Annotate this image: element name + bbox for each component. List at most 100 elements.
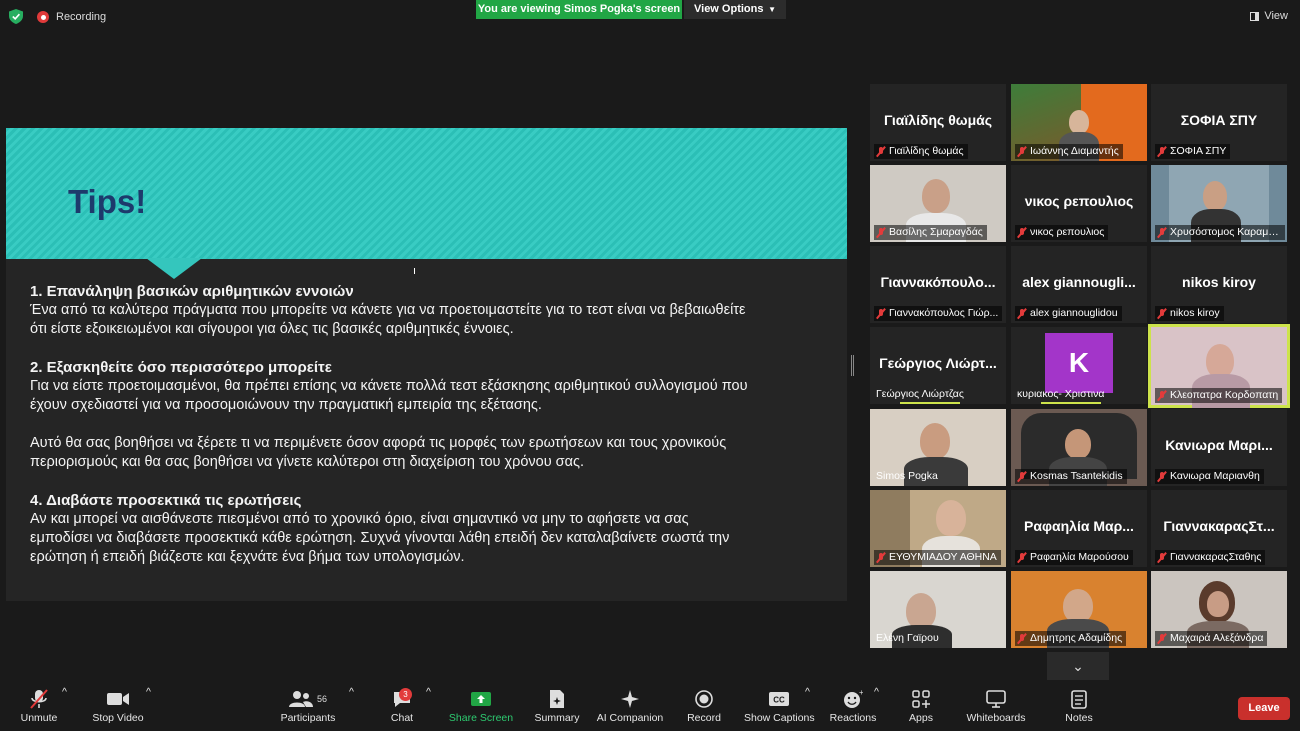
- participant-tile[interactable]: K κυριακος- Χριστινα: [1011, 327, 1147, 404]
- speaking-indicator: [1041, 402, 1101, 404]
- participant-tile[interactable]: Ραφαηλία Μαρ... Ραφαηλία Μαρούσου: [1011, 490, 1147, 567]
- participant-tile[interactable]: Μαχαιρά Αλεξάνδρα: [1151, 571, 1287, 648]
- notes-button[interactable]: Notes: [1060, 686, 1098, 731]
- paragraph-line: ερώτηση ή επειδή βιάζεστε και ξεχνάτε έν…: [30, 549, 465, 565]
- show-captions-button[interactable]: CC Show Captions: [744, 686, 815, 731]
- chat-options-caret[interactable]: ^: [426, 686, 431, 731]
- apps-grid-icon: [912, 690, 930, 708]
- stop-video-label: Stop Video: [92, 712, 144, 724]
- audio-options-caret[interactable]: ^: [62, 686, 67, 731]
- whiteboards-button[interactable]: Whiteboards: [962, 686, 1030, 731]
- participants-label: Participants: [280, 712, 336, 724]
- participant-tile[interactable]: alex giannougli... alex giannouglidou: [1011, 246, 1147, 323]
- participant-name-label: ΕΥΘΥΜΙΑΔΟΥ ΑΘΗΝΑ: [874, 550, 1001, 565]
- chat-unread-badge: 3: [399, 688, 412, 701]
- record-button[interactable]: Record: [684, 686, 724, 731]
- paragraph-line: Αν και μπορεί να αισθάνεστε πιεσμένοι απ…: [30, 511, 689, 527]
- record-label: Record: [687, 712, 721, 724]
- participant-display-name: Κανιωρα Μαρι...: [1165, 437, 1273, 453]
- unmute-label: Unmute: [20, 712, 58, 724]
- shield-icon[interactable]: [9, 9, 23, 24]
- participant-name-label: Βασίλης Σμαραγδάς: [874, 225, 987, 240]
- participant-tile[interactable]: Kosmas Tsantekidis: [1011, 409, 1147, 486]
- participant-avatar: K: [1045, 333, 1113, 393]
- participant-name-label: Ελένη Γαϊρου: [876, 632, 939, 644]
- reactions-button[interactable]: + Reactions: [828, 686, 878, 731]
- participants-button[interactable]: 56 Participants: [278, 686, 338, 731]
- participant-tile[interactable]: Ελένη Γαϊρου: [870, 571, 1006, 648]
- participant-name-label: νικος ρεπουλιος: [1015, 225, 1109, 240]
- reactions-options-caret[interactable]: ^: [874, 686, 879, 731]
- muted-mic-icon: [876, 308, 886, 319]
- participant-tile[interactable]: νικος ρεπουλιος νικος ρεπουλιος: [1011, 165, 1147, 242]
- ai-companion-button[interactable]: AI Companion: [596, 686, 664, 731]
- participant-name-label: Γιαϊλίδης θωμάς: [874, 144, 968, 159]
- view-label: View: [1264, 10, 1288, 22]
- participant-name-label: κυριακος- Χριστινα: [1017, 388, 1105, 400]
- share-screen-icon: [471, 692, 491, 706]
- stop-video-button[interactable]: Stop Video: [90, 686, 146, 731]
- participant-tile[interactable]: Βασίλης Σμαραγδάς: [870, 165, 1006, 242]
- splitter-handle[interactable]: [851, 355, 854, 376]
- participant-tile[interactable]: Γιαννακόπουλο... Γιαννακόπουλος Γιώρ...: [870, 246, 1006, 323]
- participant-name-label: Ραφαηλία Μαρούσου: [1015, 550, 1133, 565]
- participant-display-name: νικος ρεπουλιος: [1024, 193, 1134, 209]
- recording-indicator[interactable]: Recording: [37, 11, 106, 23]
- paragraph-line: περιορισμούς και θα σας βοηθήσει να γίνε…: [30, 454, 585, 470]
- participant-tile[interactable]: ΣΟΦΙΑ ΣΠΥ ΣΟΦΙΑ ΣΠΥ: [1151, 84, 1287, 161]
- gallery-next-page-button[interactable]: ⌄: [1047, 652, 1109, 680]
- ai-sparkle-icon: [621, 690, 639, 708]
- participant-tile[interactable]: Γεώργιος Λιώρτ... Γεώργιος Λιώρτζας: [870, 327, 1006, 404]
- participant-tile-active-speaker[interactable]: Κλεοπατρα Κορδοπατη: [1148, 324, 1290, 408]
- view-options-button[interactable]: View Options ▼: [684, 0, 786, 19]
- participant-name-label: alex giannouglidou: [1015, 306, 1122, 321]
- participant-name-label: Κλεοπατρα Κορδοπατη: [1155, 388, 1283, 403]
- speaking-indicator: [900, 402, 960, 404]
- zoom-meeting-window: Recording You are viewing Simos Pogka's …: [0, 0, 1300, 731]
- participant-tile[interactable]: Ιωάννης Διαμαντής: [1011, 84, 1147, 161]
- participant-tile[interactable]: ΓιαννακαραςΣτ... ΓιαννακαραςΣταθης: [1151, 490, 1287, 567]
- muted-mic-icon: [1017, 227, 1027, 238]
- view-button[interactable]: View: [1250, 10, 1288, 22]
- participant-name-label: Simos Pogka: [876, 470, 938, 482]
- leave-button[interactable]: Leave: [1238, 697, 1290, 720]
- participant-display-name: Γιαϊλίδης θωμάς: [883, 112, 993, 128]
- captions-options-caret[interactable]: ^: [805, 686, 810, 731]
- notes-label: Notes: [1065, 712, 1093, 724]
- record-icon: [695, 690, 713, 708]
- participants-icon: [288, 691, 313, 707]
- muted-mic-icon: [1157, 390, 1167, 401]
- video-options-caret[interactable]: ^: [146, 686, 151, 731]
- share-screen-button[interactable]: Share Screen: [448, 686, 514, 731]
- muted-mic-icon: [1157, 227, 1167, 238]
- whiteboard-icon: [986, 690, 1006, 708]
- participant-name-label: Κανιωρα Μαριανθη: [1155, 469, 1264, 484]
- whiteboards-label: Whiteboards: [966, 712, 1026, 724]
- participant-name-label: Ιωάννης Διαμαντής: [1015, 144, 1123, 159]
- chevron-down-icon: ⌄: [1072, 658, 1084, 674]
- svg-text:CC: CC: [773, 696, 785, 705]
- summary-icon: [550, 690, 564, 708]
- chat-button[interactable]: 3 Chat: [385, 686, 419, 731]
- participant-name-label: ΓιαννακαραςΣταθης: [1155, 550, 1266, 565]
- unmute-button[interactable]: Unmute: [14, 686, 64, 731]
- participant-tile[interactable]: nikos kiroy nikos kiroy: [1151, 246, 1287, 323]
- record-dot-icon: [37, 11, 49, 23]
- paragraph-line: έχουν σχεδιαστεί για να προσομοιώνουν τη…: [30, 397, 542, 413]
- participant-display-name: alex giannougli...: [1022, 274, 1136, 290]
- participant-name-label: Μαχαιρά Αλεξάνδρα: [1155, 631, 1268, 646]
- smiley-plus-icon: +: [844, 689, 863, 708]
- participants-options-caret[interactable]: ^: [349, 686, 354, 731]
- section-heading: 2. Εξασκηθείτε όσο περισσότερο μπορείτε: [30, 359, 332, 376]
- apps-button[interactable]: Apps: [904, 686, 938, 731]
- participant-tile[interactable]: Simos Pogka: [870, 409, 1006, 486]
- ai-companion-label: AI Companion: [596, 712, 664, 724]
- participant-tile[interactable]: Κανιωρα Μαρι... Κανιωρα Μαριανθη: [1151, 409, 1287, 486]
- show-captions-label: Show Captions: [744, 712, 815, 724]
- summary-button[interactable]: Summary: [532, 686, 582, 731]
- participant-tile[interactable]: Χρυσόστομος Καραμα...: [1151, 165, 1287, 242]
- participant-tile[interactable]: ΕΥΘΥΜΙΑΔΟΥ ΑΘΗΝΑ: [870, 490, 1006, 567]
- participant-tile[interactable]: Δημητρης Αδαμίδης: [1011, 571, 1147, 648]
- notes-icon: [1071, 690, 1087, 709]
- participant-tile[interactable]: Γιαϊλίδης θωμάς Γιαϊλίδης θωμάς: [870, 84, 1006, 161]
